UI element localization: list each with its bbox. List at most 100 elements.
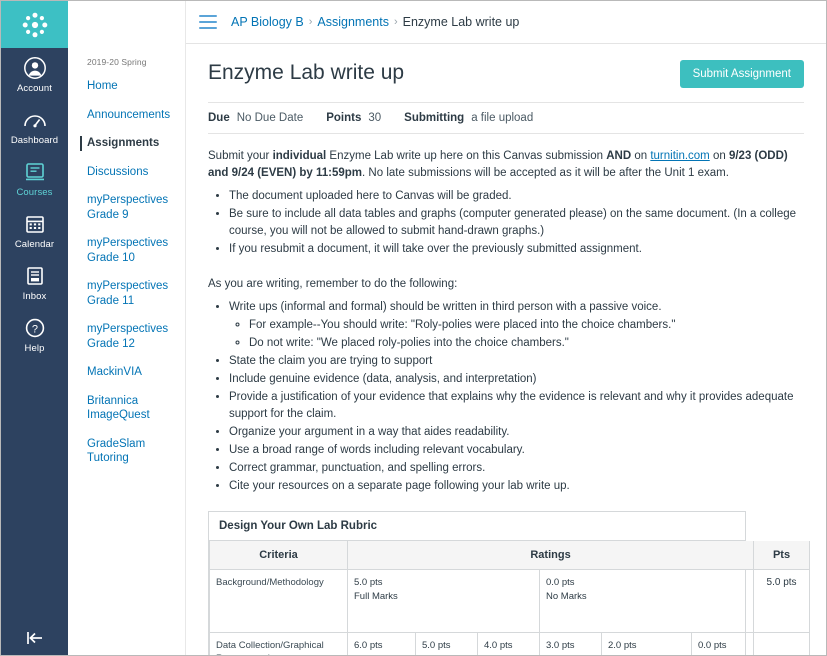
rubric-rating-cell: 6.0 pts Appropriate titles, axes labels,…	[347, 632, 416, 656]
course-nav-item-myperspectives-grade-9[interactable]: myPerspectives Grade 9	[68, 193, 185, 222]
description-section-two-intro: As you are writing, remember to do the f…	[208, 278, 458, 290]
course-nav-item-announcements[interactable]: Announcements	[68, 108, 185, 123]
course-nav-link[interactable]: myPerspectives Grade 11	[87, 279, 177, 308]
course-nav-item-assignments[interactable]: Assignments	[68, 136, 185, 151]
rubric-header-ratings: Ratings	[346, 541, 755, 570]
submitting-value: a file upload	[471, 112, 534, 124]
breadcrumb: AP Biology B › Assignments › Enzyme Lab …	[231, 15, 519, 29]
list-item: The document uploaded here to Canvas wil…	[229, 188, 804, 205]
global-nav-label: Account	[16, 83, 53, 94]
list-item: Write ups (informal and formal) should b…	[229, 299, 804, 352]
global-nav-item-courses[interactable]: Courses	[1, 152, 68, 204]
intro-text-2: Enzyme Lab write up here on this Canvas …	[326, 150, 607, 162]
course-nav-item-gradeslam-tutoring[interactable]: GradeSlam Tutoring	[68, 437, 185, 466]
rubric-rating-points: 3.0 pts	[546, 640, 575, 651]
points-label: Points	[326, 112, 362, 124]
due-label: Due	[208, 112, 230, 124]
global-nav-item-help[interactable]: ? Help	[1, 308, 68, 360]
assignment-header: Enzyme Lab write up Submit Assignment	[208, 60, 804, 88]
global-nav-item-inbox[interactable]: Inbox	[1, 256, 68, 308]
course-nav-link[interactable]: Home	[87, 79, 177, 94]
rubric-criterion: Data Collection/Graphical Representation	[209, 632, 348, 655]
course-navigation: 2019-20 Spring Home Announcements Assign…	[68, 1, 186, 655]
rubric-rating-cell: 0.0 pts No Marks	[538, 569, 755, 633]
courses-icon	[24, 159, 46, 185]
course-nav-link[interactable]: myPerspectives Grade 10	[87, 236, 177, 265]
assignment-content: Enzyme Lab write up Submit Assignment Du…	[186, 44, 826, 655]
table-row: Background/Methodology 5.0 pts Full Mark…	[209, 569, 811, 633]
description-sublist: For example--You should write: "Roly-pol…	[229, 317, 804, 352]
global-nav-label: Inbox	[22, 291, 47, 302]
rubric-rating-points: 5.0 pts	[354, 577, 383, 588]
svg-text:?: ?	[31, 323, 37, 335]
rubric-rating-cell: 2.0 pts Incomplete/missing data table or…	[601, 632, 692, 655]
course-nav-link[interactable]: Britannica ImageQuest	[87, 394, 177, 423]
rubric-rating-points: 4.0 pts	[484, 640, 513, 651]
course-nav-link[interactable]: Discussions	[87, 165, 177, 180]
rubric-rating-description: Lacking in one of the following on data …	[422, 654, 471, 656]
rubric-rating-points: 5.0 pts	[422, 640, 451, 651]
breadcrumb-item-assignments[interactable]: Assignments	[317, 15, 389, 29]
course-nav-item-myperspectives-grade-10[interactable]: myPerspectives Grade 10	[68, 236, 185, 265]
course-nav-link[interactable]: myPerspectives Grade 12	[87, 322, 177, 351]
intro-bold-and: AND	[606, 150, 632, 162]
submitting-label: Submitting	[404, 112, 465, 124]
submit-assignment-button[interactable]: Submit Assignment	[679, 60, 804, 88]
rubric-rating-description: Appropriate titles, axes labels, units, …	[354, 654, 409, 656]
rubric-rating-cell: 4.0 pts Lacking in several of the follow…	[477, 632, 540, 655]
turnitin-link[interactable]: turnitin.com	[650, 150, 709, 162]
global-nav-label: Help	[24, 343, 45, 354]
course-nav-item-mackinvia[interactable]: MackinVIA	[68, 365, 185, 380]
canvas-logo[interactable]	[1, 1, 68, 48]
rubric-rating-cell: 0.0 pts No data represented.	[690, 632, 755, 656]
list-item: Organize your argument in a way that aid…	[229, 424, 804, 441]
rubric-rating-points: 2.0 pts	[608, 640, 637, 651]
course-nav-link[interactable]: MackinVIA	[87, 365, 177, 380]
rubric-header-row: Criteria Ratings Pts	[209, 541, 811, 570]
global-nav-label: Courses	[16, 187, 53, 198]
description-list-two: Write ups (informal and formal) should b…	[208, 299, 804, 495]
list-item: Include genuine evidence (data, analysis…	[229, 371, 804, 388]
list-item-text: Write ups (informal and formal) should b…	[229, 301, 662, 313]
rubric-table: Criteria Ratings Pts Background/Methodol…	[209, 541, 811, 656]
course-nav-link[interactable]: GradeSlam Tutoring	[87, 437, 177, 466]
breadcrumb-item-course[interactable]: AP Biology B	[231, 15, 304, 29]
course-nav-list: Home Announcements Assignments Discussio…	[68, 79, 185, 466]
list-item: Cite your resources on a separate page f…	[229, 478, 804, 495]
global-nav-label: Calendar	[14, 239, 55, 250]
hamburger-menu-icon[interactable]	[199, 15, 217, 29]
global-nav-item-calendar[interactable]: Calendar	[1, 204, 68, 256]
course-nav-item-myperspectives-grade-12[interactable]: myPerspectives Grade 12	[68, 322, 185, 351]
course-nav-item-home[interactable]: Home	[68, 79, 185, 94]
breadcrumb-separator-icon: ›	[393, 16, 398, 28]
course-nav-item-myperspectives-grade-11[interactable]: myPerspectives Grade 11	[68, 279, 185, 308]
collapse-nav-icon[interactable]	[1, 629, 68, 647]
course-nav-link[interactable]: Assignments	[87, 136, 177, 151]
rubric-table-head: Criteria Ratings Pts	[209, 541, 811, 570]
course-nav-link[interactable]: Announcements	[87, 108, 177, 123]
rubric-rating-cell: 3.0 pts Lacking many of the following on…	[539, 632, 602, 656]
due-value: No Due Date	[236, 112, 304, 124]
rubric-rating-description: No data represented.	[698, 654, 747, 656]
points-value: 30	[368, 112, 382, 124]
course-nav-item-britannica-imagequest[interactable]: Britannica ImageQuest	[68, 394, 185, 423]
global-navigation: Account Dashboard Courses Calendar Inbox…	[1, 1, 68, 655]
sub-list-item: For example--You should write: "Roly-pol…	[249, 317, 804, 334]
rubric-rating-description: Lacking many of the following on data ta…	[546, 654, 595, 656]
course-nav-item-discussions[interactable]: Discussions	[68, 165, 185, 180]
rubric-title: Design Your Own Lab Rubric	[209, 512, 745, 541]
breadcrumb-separator-icon: ›	[308, 16, 313, 28]
global-nav-item-dashboard[interactable]: Dashboard	[1, 100, 68, 152]
list-item: Be sure to include all data tables and g…	[229, 206, 804, 240]
intro-text-5: . No late submissions will be accepted a…	[362, 167, 729, 179]
sub-list-item: Do not write: "We placed roly-polies int…	[249, 335, 804, 352]
global-nav-label: Dashboard	[10, 135, 59, 146]
intro-text-3: on	[631, 150, 651, 162]
rubric-criterion: Background/Methodology	[209, 569, 348, 633]
breadcrumb-item-current: Enzyme Lab write up	[402, 15, 520, 29]
course-nav-link[interactable]: myPerspectives Grade 9	[87, 193, 177, 222]
inbox-icon	[24, 263, 46, 289]
main-content-area: AP Biology B › Assignments › Enzyme Lab …	[186, 1, 826, 655]
rubric-rating-points: 6.0 pts	[354, 640, 383, 651]
global-nav-item-account[interactable]: Account	[1, 48, 68, 100]
